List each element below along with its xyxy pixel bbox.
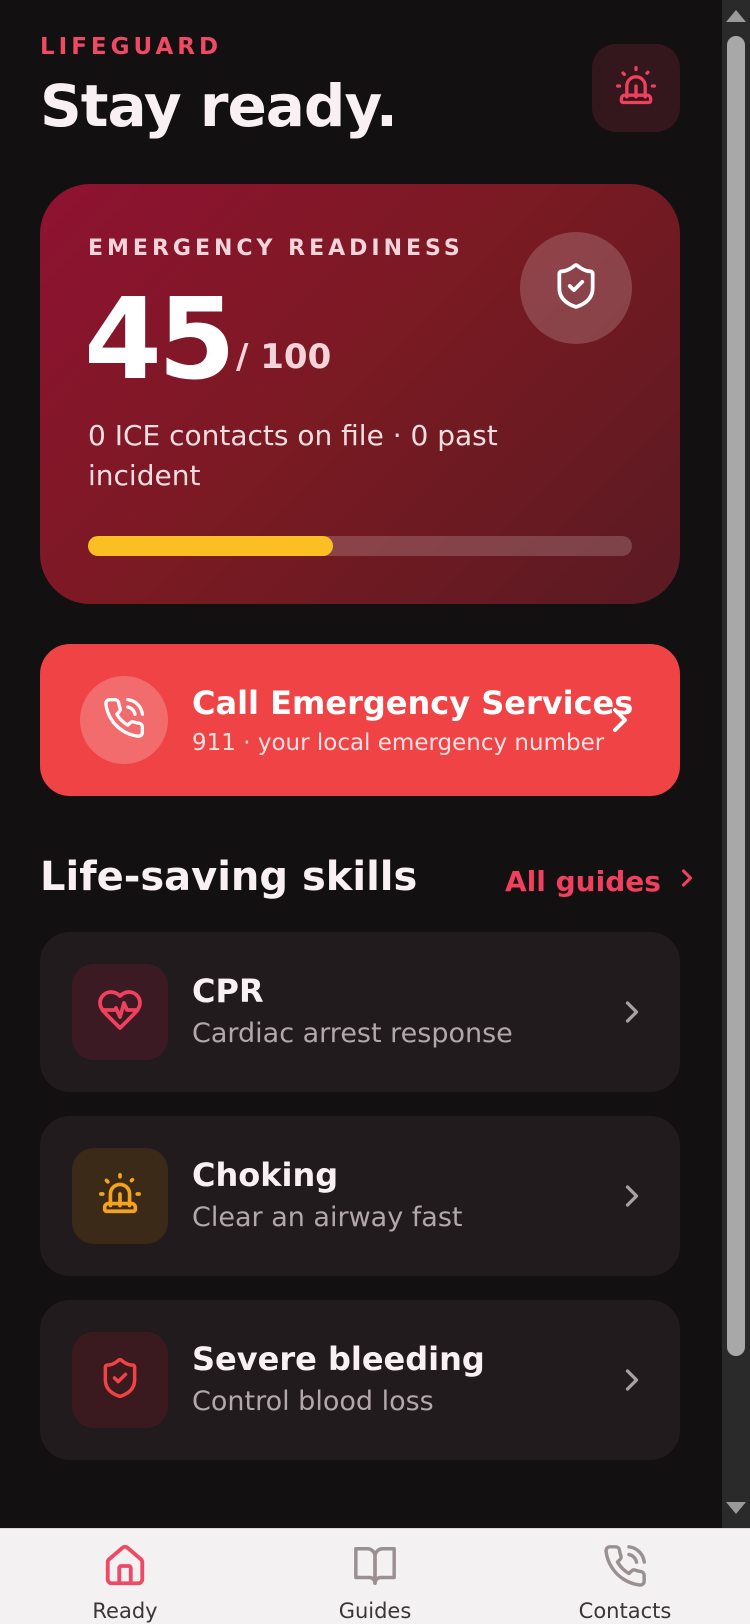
call-subtitle: 911 · your local emergency number: [192, 730, 605, 756]
nav-label: Contacts: [578, 1599, 672, 1623]
bottom-nav: Ready Guides Contacts: [0, 1528, 750, 1624]
phone-call-icon: [102, 696, 146, 744]
chevron-right-icon: [614, 1362, 650, 1402]
skill-title: Choking: [192, 1156, 339, 1194]
skill-card-severe-bleeding[interactable]: Severe bleeding Control blood loss: [40, 1300, 680, 1460]
readiness-progress-bar: [88, 536, 632, 556]
all-guides-link[interactable]: All guides: [505, 864, 701, 899]
skill-title: CPR: [192, 972, 264, 1010]
call-title: Call Emergency Services: [192, 684, 634, 722]
heart-pulse-icon: [96, 986, 144, 1038]
skill-icon-wrapper: [72, 964, 168, 1060]
phone-call-icon: [602, 1529, 648, 1593]
alert-button[interactable]: [592, 44, 680, 132]
readiness-progress-fill: [88, 536, 333, 556]
readiness-score-max: / 100: [236, 337, 332, 377]
readiness-description: 0 ICE contacts on file · 0 past incident: [88, 419, 498, 492]
page-title: Stay ready.: [40, 72, 398, 140]
scrollbar-thumb[interactable]: [727, 36, 745, 1356]
nav-item-ready[interactable]: Ready: [35, 1529, 215, 1624]
siren-icon: [614, 64, 658, 112]
shield-check-icon: [98, 1356, 142, 1404]
chevron-right-icon: [673, 864, 701, 899]
all-guides-label: All guides: [505, 865, 661, 898]
book-open-icon: [352, 1529, 398, 1593]
skill-icon-wrapper: [72, 1148, 168, 1244]
nav-label: Guides: [338, 1599, 412, 1623]
readiness-label: EMERGENCY READINESS: [88, 236, 464, 261]
nav-item-contacts[interactable]: Contacts: [535, 1529, 715, 1624]
skill-icon-wrapper: [72, 1332, 168, 1428]
home-icon: [102, 1529, 148, 1593]
call-icon-wrapper: [80, 676, 168, 764]
chevron-right-icon: [614, 994, 650, 1034]
nav-label: Ready: [92, 1599, 158, 1623]
skill-subtitle: Cardiac arrest response: [192, 1018, 513, 1049]
readiness-badge: [520, 232, 632, 344]
siren-icon: [97, 1171, 143, 1221]
nav-item-guides[interactable]: Guides: [285, 1529, 465, 1624]
call-emergency-button[interactable]: Call Emergency Services 911 · your local…: [40, 644, 680, 796]
skill-subtitle: Clear an airway fast: [192, 1202, 463, 1233]
app-screen: LIFEGUARD Stay ready. EMERGENCY READINES…: [0, 0, 750, 1624]
section-title: Life-saving skills: [40, 854, 418, 900]
brand-label: LIFEGUARD: [40, 34, 223, 60]
shield-check-icon: [551, 261, 601, 315]
readiness-score: 45: [84, 275, 236, 405]
chevron-right-icon: [614, 1178, 650, 1218]
skill-card-choking[interactable]: Choking Clear an airway fast: [40, 1116, 680, 1276]
scroll-up-arrow-icon[interactable]: [726, 10, 746, 22]
chevron-right-icon: [600, 700, 640, 744]
skill-title: Severe bleeding: [192, 1340, 485, 1378]
scrollbar[interactable]: [722, 0, 750, 1528]
scroll-down-arrow-icon[interactable]: [726, 1502, 746, 1514]
skill-subtitle: Control blood loss: [192, 1386, 434, 1417]
skill-card-cpr[interactable]: CPR Cardiac arrest response: [40, 932, 680, 1092]
readiness-card[interactable]: EMERGENCY READINESS 45 / 100 0 ICE conta…: [40, 184, 680, 604]
